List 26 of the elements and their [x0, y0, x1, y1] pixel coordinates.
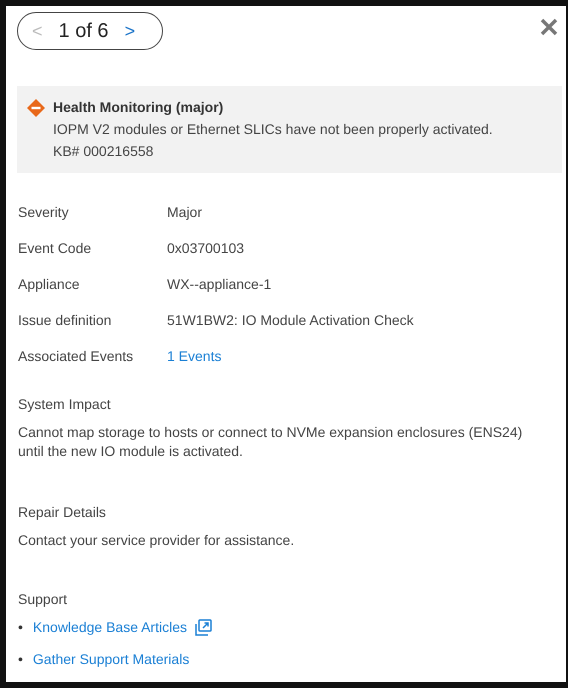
kb-number: KB# 000216558: [53, 142, 154, 161]
external-link-icon: [195, 618, 212, 636]
field-label: Event Code: [18, 239, 92, 257]
section-text: Cannot map storage to hosts or connect to NVMe expansion enclosures (ENS24) until the new IO module is activated.: [18, 423, 523, 461]
field-label: Severity: [18, 203, 70, 221]
section-heading: Support: [18, 590, 68, 609]
field-label: Appliance: [18, 275, 80, 293]
field-value: WX--appliance-1: [167, 275, 272, 293]
field-value: Major: [167, 203, 202, 221]
field-label: Issue definition: [18, 311, 112, 329]
section-text: Contact your service provider for assistance.: [18, 531, 296, 550]
alert-title: Health Monitoring (major): [53, 98, 224, 117]
section-heading: Repair Details: [18, 503, 107, 522]
field-value: 51W1BW2: IO Module Activation Check: [167, 311, 414, 329]
bullet: •: [18, 650, 23, 668]
events-link[interactable]: 1 Events: [167, 347, 222, 365]
field-value: 0x03700103: [167, 239, 244, 257]
close-icon[interactable]: [540, 18, 558, 36]
alert-message: IOPM V2 modules or Ethernet SLICs have not been properly activated.: [53, 120, 493, 139]
support-link[interactable]: Gather Support Materials: [32, 650, 190, 668]
field-label: Associated Events: [18, 347, 134, 365]
bullet: •: [18, 618, 23, 636]
support-link[interactable]: Knowledge Base Articles: [32, 618, 187, 636]
next-button[interactable]: >: [122, 20, 138, 42]
page-counter: 1 of 6: [58, 20, 109, 42]
section-heading: System Impact: [18, 395, 112, 414]
